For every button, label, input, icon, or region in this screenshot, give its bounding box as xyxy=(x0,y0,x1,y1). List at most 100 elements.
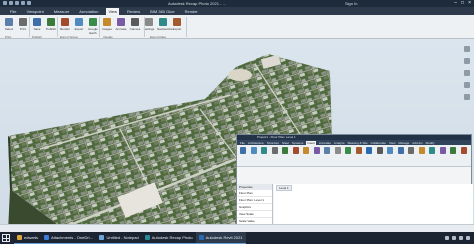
revit-tool-icon[interactable] xyxy=(439,147,446,154)
tab-bim-360-glue[interactable]: BIM 360 Glue xyxy=(148,8,176,15)
view-tab-level-1[interactable]: Level 1 xyxy=(276,185,292,191)
revit-tool-icon[interactable] xyxy=(460,147,467,154)
revit-tool-icon[interactable] xyxy=(366,147,372,154)
tab-viewpoint[interactable]: Viewpoint xyxy=(24,8,45,15)
revit-tool-icon[interactable] xyxy=(271,147,278,154)
images-button[interactable]: Images xyxy=(101,17,113,37)
window-controls: – □ × xyxy=(454,0,471,6)
revit-tab-add-ins[interactable]: Add-Ins xyxy=(412,141,422,145)
revit-tab-annotate[interactable]: Annotate xyxy=(319,141,331,145)
property-row[interactable]: Floor Plan: Level 1 xyxy=(237,197,272,204)
revit-tab-collaborate[interactable]: Collaborate xyxy=(371,141,386,145)
revit-tool-icon[interactable] xyxy=(355,147,362,154)
revit-tool-icon[interactable] xyxy=(250,147,257,154)
taskbar-item[interactable]: Attachments - OneDri… xyxy=(41,232,97,244)
clock-icon[interactable] xyxy=(466,236,470,240)
view-navigation-bar xyxy=(462,46,472,146)
revit-tool-icon[interactable] xyxy=(408,147,414,154)
steering-wheel-icon[interactable] xyxy=(464,46,470,52)
save-icon[interactable] xyxy=(15,1,19,5)
revit-tool-icon[interactable] xyxy=(450,147,456,154)
property-row[interactable]: Floor Plan xyxy=(237,190,272,197)
revit-tool-icon[interactable] xyxy=(303,147,309,154)
revit-tab-systems[interactable]: Systems xyxy=(292,141,304,145)
revit-tool-icon[interactable] xyxy=(313,147,320,154)
panel-separator xyxy=(99,17,100,37)
tab-render[interactable]: Render xyxy=(183,8,200,15)
maximize-icon[interactable]: □ xyxy=(461,0,464,6)
revit-tab-analyze[interactable]: Analyze xyxy=(334,141,345,145)
revit-tool-icon[interactable] xyxy=(261,147,267,154)
revit-tab-insert[interactable]: Insert xyxy=(306,140,316,145)
taskbar-item[interactable]: Autodesk Recap Photo xyxy=(141,232,196,244)
ribbon-tabs: File Viewpoint Measure Annotation View Review… xyxy=(0,7,474,15)
export-icon xyxy=(173,18,181,26)
revit-tool-icon[interactable] xyxy=(282,147,288,154)
revit-tool-icon[interactable] xyxy=(345,147,351,154)
tab-annotation[interactable]: Annotation xyxy=(77,8,100,15)
ribbon-button-label: Print xyxy=(19,27,27,31)
revit-tab-manage[interactable]: Manage xyxy=(398,141,409,145)
render-button[interactable]: Render xyxy=(59,17,71,37)
revit-tab-modify[interactable]: Modify xyxy=(426,141,435,145)
revit-tool-icon[interactable] xyxy=(334,147,341,154)
system-tray xyxy=(445,236,474,240)
redo-icon[interactable] xyxy=(27,1,31,5)
app-window: Autodesk Recap Photo 2021 - … Sign In – … xyxy=(0,0,474,244)
publish-button[interactable]: Publish xyxy=(45,17,57,37)
tab-review[interactable]: Review xyxy=(125,8,142,15)
animate-icon xyxy=(117,18,125,26)
undo-icon[interactable] xyxy=(21,1,25,5)
sign-in-link[interactable]: Sign In xyxy=(345,1,357,6)
revit-tab-file[interactable]: File xyxy=(240,141,245,145)
revit-tool-icon[interactable] xyxy=(387,147,393,154)
taskbar-item[interactable]: Autodesk Revit 2021 xyxy=(195,232,246,244)
start-button[interactable] xyxy=(2,234,10,242)
export-button[interactable]: Export xyxy=(73,17,85,37)
select-button[interactable]: Select xyxy=(3,17,15,37)
select-icon xyxy=(5,18,13,26)
google-earth-button[interactable]: Google Earth xyxy=(87,17,99,37)
app-icon xyxy=(44,235,50,240)
revit-window[interactable]: Project1 - Floor Plan: Level 1 File Archi… xyxy=(236,134,473,232)
app-icon xyxy=(99,235,105,240)
taskbar-item[interactable]: Untitled - Notepad xyxy=(96,232,142,244)
zoom-icon[interactable] xyxy=(464,70,470,76)
tab-view[interactable]: View xyxy=(106,7,120,15)
revit-tool-icon[interactable] xyxy=(397,147,404,154)
property-row[interactable]: Graphics xyxy=(237,204,272,211)
revit-tab-steel[interactable]: Steel xyxy=(282,141,289,145)
revit-tool-icon[interactable] xyxy=(376,147,383,154)
network-icon[interactable] xyxy=(445,236,449,240)
look-icon[interactable] xyxy=(464,94,470,100)
animate-button[interactable]: Animate xyxy=(115,17,127,37)
minimize-icon[interactable]: – xyxy=(454,0,457,6)
revit-tab-structure[interactable]: Structure xyxy=(267,141,279,145)
revit-tool-icon[interactable] xyxy=(292,147,299,154)
app-icon xyxy=(144,235,150,240)
save-button[interactable]: Save xyxy=(31,17,43,37)
revit-tool-icon[interactable] xyxy=(418,147,425,154)
property-row[interactable]: View Scale xyxy=(237,211,272,218)
tab-file[interactable]: File xyxy=(8,8,18,15)
revit-tab-architecture[interactable]: Architecture xyxy=(248,141,264,145)
revit-tab-massing-site[interactable]: Massing & Site xyxy=(348,141,368,145)
taskbar-item[interactable]: edwarts xyxy=(14,232,42,244)
revit-tool-icon[interactable] xyxy=(324,147,330,154)
battery-icon[interactable] xyxy=(459,236,463,240)
orbit-icon[interactable] xyxy=(464,82,470,88)
revit-tool-icon[interactable] xyxy=(429,147,435,154)
open-icon[interactable] xyxy=(9,1,13,5)
print-button[interactable]: Print xyxy=(17,17,29,37)
revit-tab-view[interactable]: View xyxy=(389,141,395,145)
close-icon[interactable]: × xyxy=(468,0,471,6)
pan-icon[interactable] xyxy=(464,58,470,64)
navisworks-button[interactable]: Navisworks xyxy=(157,17,172,37)
export-button[interactable]: Export xyxy=(171,17,183,37)
volume-icon[interactable] xyxy=(452,236,456,240)
revit-tool-icon[interactable] xyxy=(240,147,246,154)
tab-measure[interactable]: Measure xyxy=(52,8,72,15)
panel-separator xyxy=(186,17,187,37)
camera-button[interactable]: Camera xyxy=(129,17,141,37)
app-menu-icon[interactable] xyxy=(3,1,7,5)
